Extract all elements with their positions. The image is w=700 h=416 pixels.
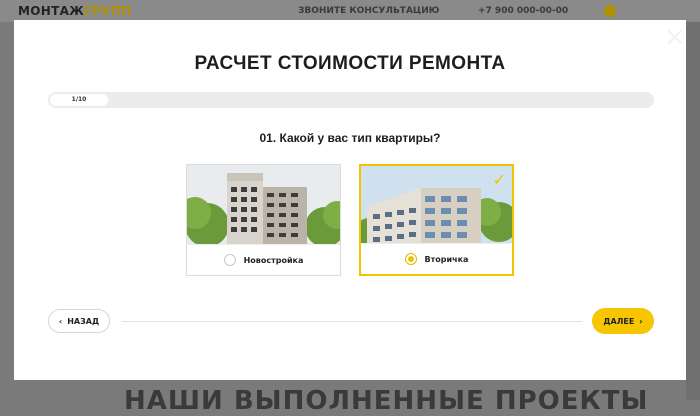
progress-label: 1/10 bbox=[71, 96, 87, 103]
option-secondary-housing[interactable]: ✓ Вторичка bbox=[359, 164, 514, 276]
option-label-secondary-housing: Вторичка bbox=[424, 254, 469, 264]
option-label-new-building: Новостройка bbox=[243, 255, 304, 265]
nav-divider bbox=[122, 321, 582, 322]
question-text: 01. Какой у вас тип квартиры? bbox=[259, 131, 441, 145]
background-phone: +7 900 000-00-00 bbox=[478, 6, 569, 16]
option-caption: Вторичка bbox=[361, 243, 512, 274]
check-icon: ✓ bbox=[492, 170, 506, 189]
option-caption: Новостройка bbox=[187, 244, 340, 275]
option-new-building[interactable]: Новостройка bbox=[186, 164, 341, 276]
background-side-panel bbox=[686, 22, 700, 400]
background-callback-icon bbox=[604, 5, 616, 17]
calculator-modal: РАСЧЕТ СТОИМОСТИ РЕМОНТА 1/10 01. Какой … bbox=[14, 20, 686, 380]
chevron-left-icon: ‹ bbox=[58, 316, 63, 326]
new-building-photo bbox=[187, 165, 340, 247]
progress-bar: 1/10 bbox=[48, 92, 654, 108]
radio-new-building[interactable] bbox=[223, 254, 236, 266]
back-button[interactable]: ‹ НАЗАД bbox=[48, 309, 110, 333]
background-nav-text: ЗВОНИТЕ КОНСУЛЬТАЦИЮ bbox=[298, 6, 440, 16]
background-logo: МОНТАЖГРУПП bbox=[18, 4, 131, 18]
radio-secondary-housing[interactable] bbox=[404, 253, 417, 265]
chevron-right-icon: › bbox=[639, 316, 643, 326]
close-icon[interactable]: × bbox=[664, 24, 686, 50]
logo-accent-text: ГРУПП bbox=[84, 4, 132, 18]
logo-main-text: МОНТАЖ bbox=[18, 4, 85, 18]
next-button-label: ДАЛЕЕ bbox=[603, 316, 635, 326]
modal-title: РАСЧЕТ СТОИМОСТИ РЕМОНТА bbox=[194, 53, 506, 74]
background-section-title: НАШИ ВЫПОЛНЕННЫЕ ПРОЕКТЫ bbox=[124, 386, 649, 416]
old-building-photo bbox=[361, 166, 512, 248]
next-button[interactable]: ДАЛЕЕ › bbox=[592, 308, 654, 334]
back-button-label: НАЗАД bbox=[67, 316, 100, 326]
